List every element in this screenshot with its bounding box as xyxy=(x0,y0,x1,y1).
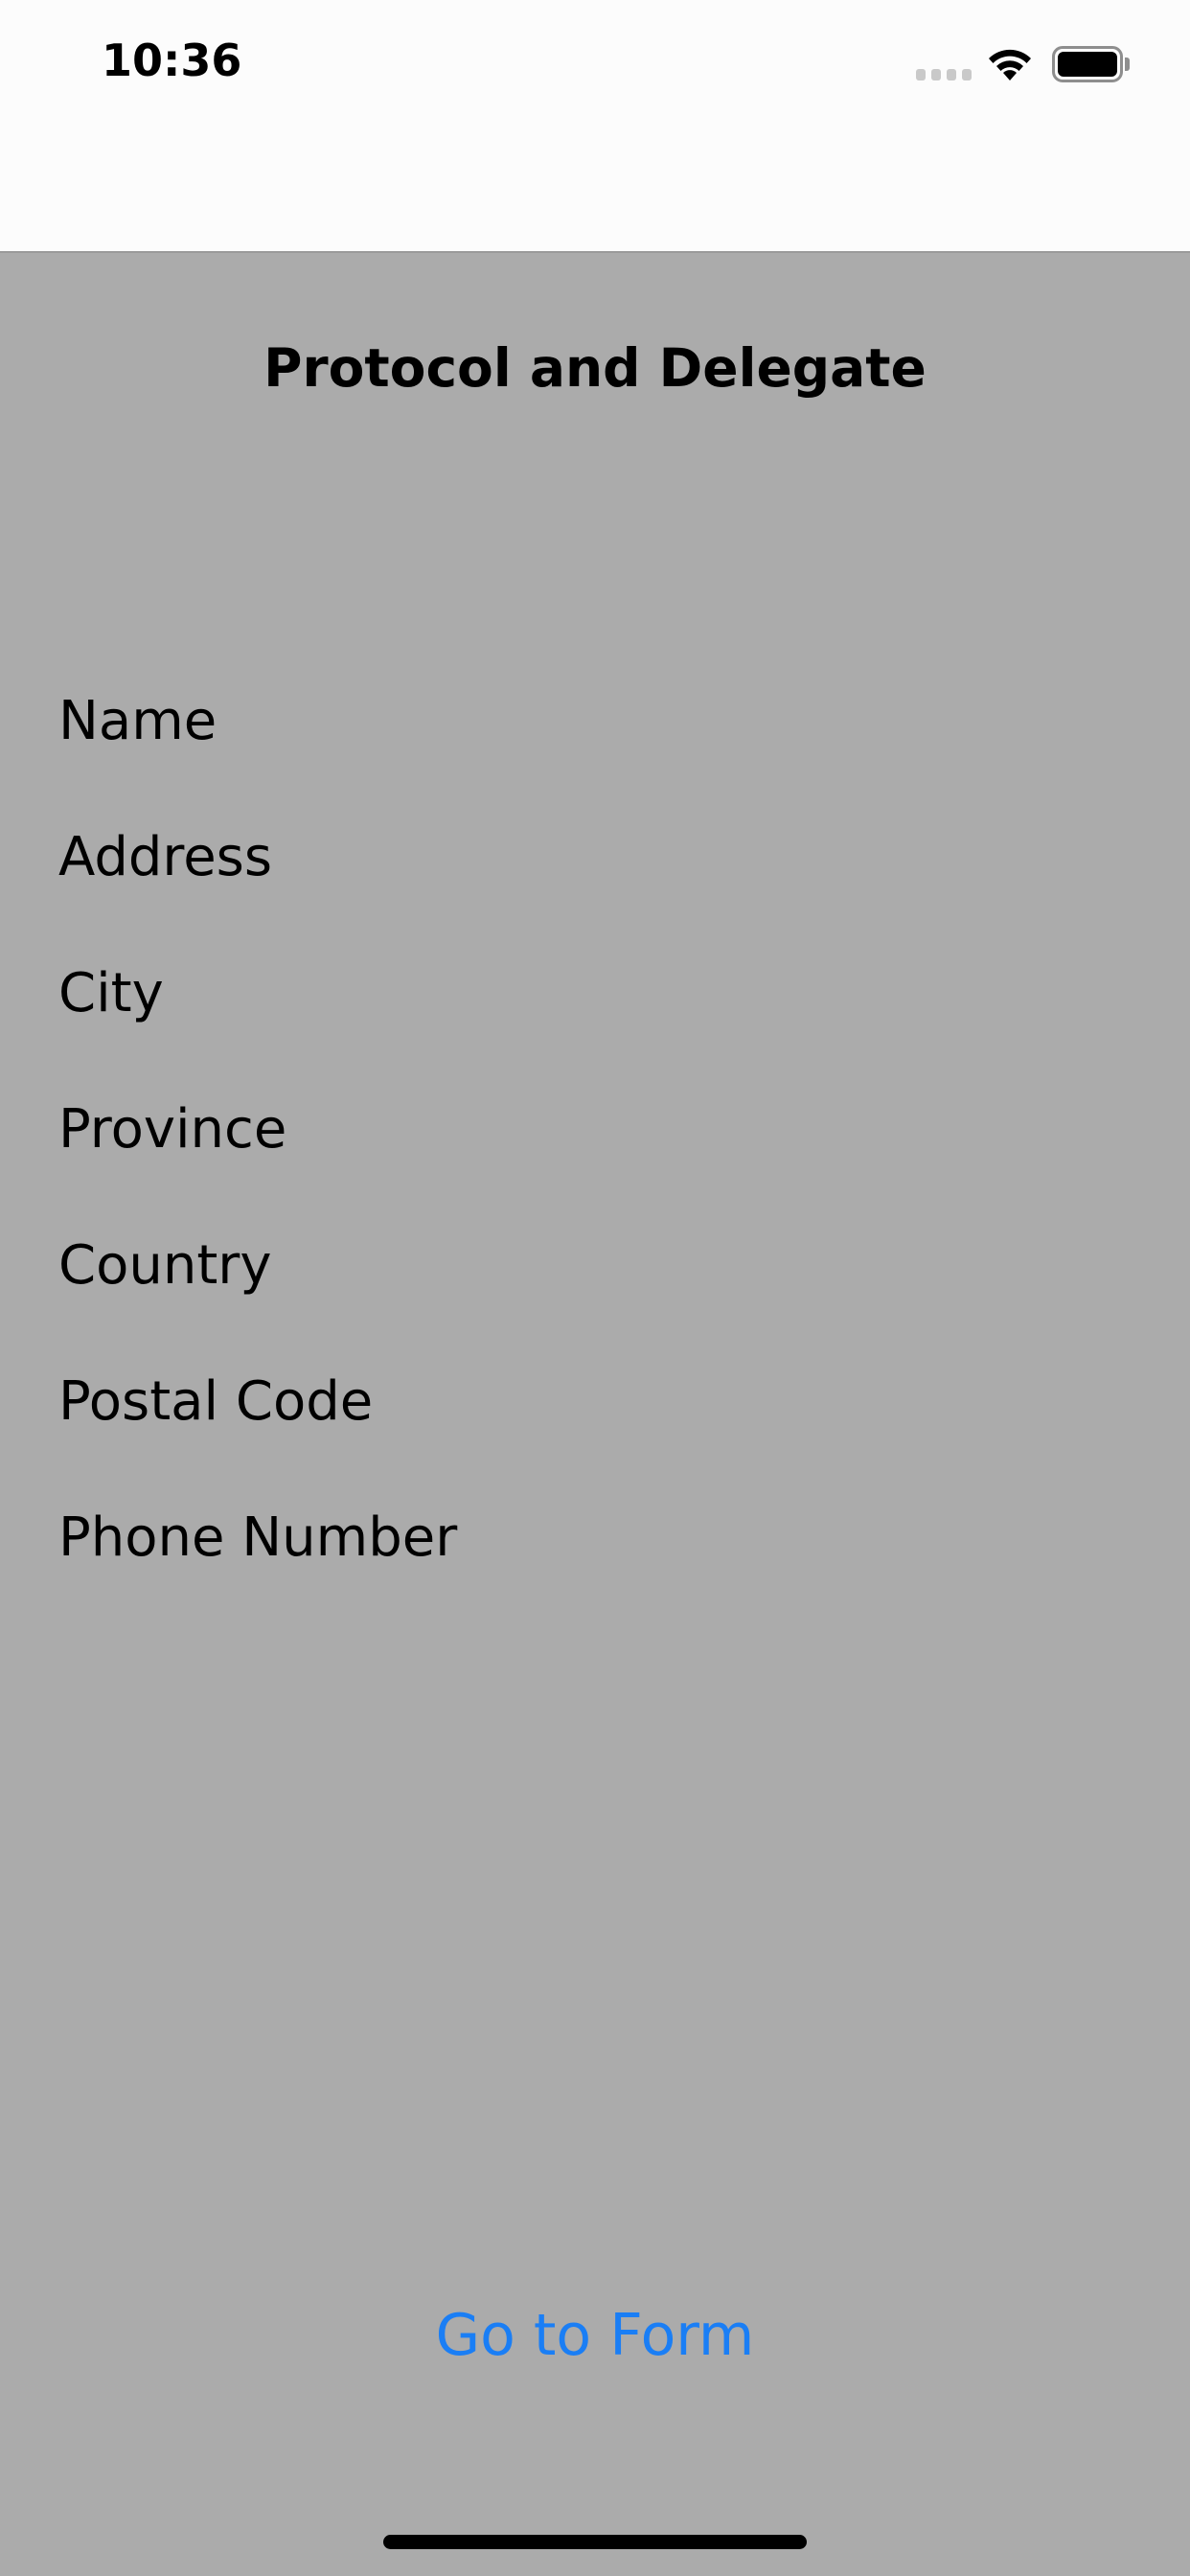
go-to-form-button[interactable]: Go to Form xyxy=(0,2302,1190,2369)
status-bar: 10:36 xyxy=(0,0,1190,253)
wifi-icon xyxy=(989,49,1031,80)
field-label-city: City xyxy=(58,962,164,1024)
page-title: Protocol and Delegate xyxy=(263,337,927,399)
field-label-address: Address xyxy=(58,826,273,888)
field-label-province: Province xyxy=(58,1098,287,1161)
battery-level xyxy=(1058,52,1117,77)
battery-icon xyxy=(1052,46,1131,82)
field-label-country: Country xyxy=(58,1234,272,1297)
cellular-signal-icon xyxy=(916,69,972,80)
battery-tip xyxy=(1125,58,1130,71)
status-time: 10:36 xyxy=(102,34,242,86)
field-label-phone-number: Phone Number xyxy=(58,1506,458,1569)
field-label-name: Name xyxy=(58,690,217,752)
field-list: Name Address City Province Country Posta… xyxy=(58,682,457,1635)
app-screen: 10:36 Protocol and Delegate Name Address… xyxy=(0,0,1190,2576)
home-indicator[interactable] xyxy=(383,2535,807,2549)
field-label-postal-code: Postal Code xyxy=(58,1370,374,1433)
